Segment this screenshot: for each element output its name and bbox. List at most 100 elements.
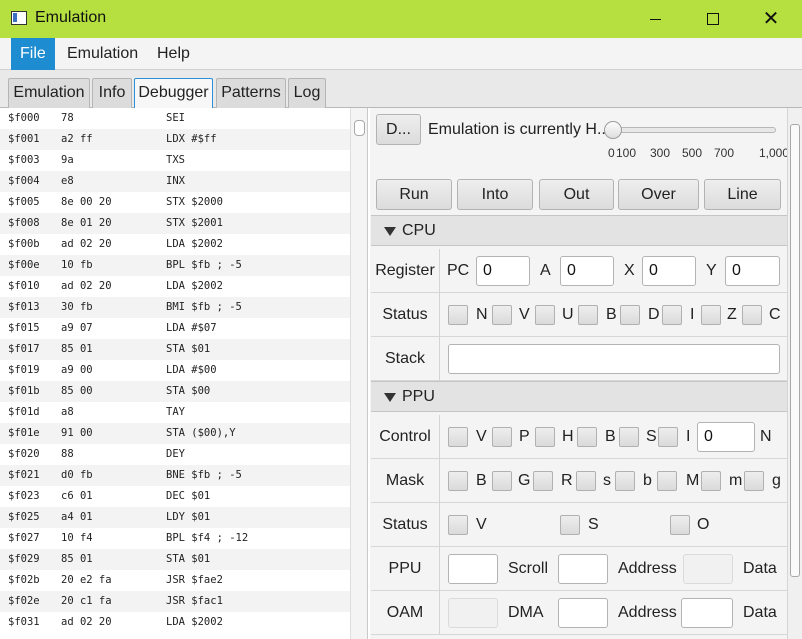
disassembly-row[interactable]: $f015 a9 07 LDA #$07 (0, 318, 350, 339)
ppu-mask-flag-checkbox[interactable] (533, 471, 553, 491)
cpu-status-flag-checkbox[interactable] (742, 305, 762, 325)
speed-slider-track[interactable] (608, 127, 776, 133)
app-window-icon (11, 11, 27, 25)
step-over-button[interactable]: Over (618, 179, 699, 210)
tab-log[interactable]: Log (288, 78, 326, 108)
step-out-button[interactable]: Out (539, 179, 614, 210)
disassembly-row[interactable]: $f01d a8 TAY (0, 402, 350, 423)
disassembly-row[interactable]: $f02b 20 e2 fa JSR $fae2 (0, 570, 350, 591)
ppu-control-flag-checkbox[interactable] (448, 427, 468, 447)
a-field[interactable]: 0 (560, 256, 614, 286)
instruction-bytes: 88 (61, 448, 74, 460)
ppu-mask-flag-checkbox[interactable] (576, 471, 596, 491)
menu-help[interactable]: Help (148, 38, 199, 70)
minimize-button[interactable] (626, 0, 684, 38)
disassembly-row[interactable]: $f023 c6 01 DEC $01 (0, 486, 350, 507)
dma-field[interactable] (558, 598, 608, 628)
cpu-section-header[interactable]: CPU (371, 215, 787, 246)
disassembly-scrollbar[interactable] (350, 108, 367, 639)
disassembly-row[interactable]: $f008 8e 01 20 STX $2001 (0, 213, 350, 234)
disassembly-row[interactable]: $f010 ad 02 20 LDA $2002 (0, 276, 350, 297)
disassembly-row[interactable]: $f00e 10 fb BPL $fb ; -5 (0, 255, 350, 276)
ppu-control-flag-checkbox[interactable] (658, 427, 678, 447)
disassembly-row[interactable]: $f005 8e 00 20 STX $2000 (0, 192, 350, 213)
ppu-mask-flag-label: B (476, 472, 487, 489)
cpu-status-flag-checkbox[interactable] (701, 305, 721, 325)
debugger-scrollbar[interactable] (787, 108, 802, 639)
step-into-button[interactable]: Into (457, 179, 533, 210)
menu-bar: File Emulation Help (0, 38, 802, 70)
run-button[interactable]: Run (376, 179, 452, 210)
ppu-mask-flag-checkbox[interactable] (701, 471, 721, 491)
disassembly-list[interactable]: $f000 78 SEI $f001 a2 ff LDX #$ff $f003 9a TXS $f… (0, 108, 368, 639)
disassembly-row[interactable]: $f003 9a TXS (0, 150, 350, 171)
ppu-value-field[interactable] (448, 554, 498, 584)
instruction-text: STA $00 (166, 385, 211, 397)
x-field[interactable]: 0 (642, 256, 696, 286)
ppu-mask-flag-checkbox[interactable] (492, 471, 512, 491)
instruction-address: $f01d (8, 406, 40, 418)
row-divider (439, 547, 440, 591)
speed-slider-thumb[interactable] (604, 121, 622, 139)
control-value-field[interactable]: 0 (697, 422, 755, 452)
menu-file[interactable]: File (11, 38, 55, 70)
tab-info[interactable]: Info (92, 78, 132, 108)
ppu-mask-flag-checkbox[interactable] (744, 471, 764, 491)
ppu-control-flag-checkbox[interactable] (535, 427, 555, 447)
disassembly-row[interactable]: $f021 d0 fb BNE $fb ; -5 (0, 465, 350, 486)
close-button[interactable]: ✕ (742, 0, 800, 38)
disassembly-scroll-thumb[interactable] (354, 120, 365, 136)
ppu-status-flag-checkbox[interactable] (448, 515, 468, 535)
debug-toggle-button[interactable]: D... (376, 114, 421, 145)
ppu-status-flag-checkbox[interactable] (560, 515, 580, 535)
cpu-status-flag-checkbox[interactable] (535, 305, 555, 325)
cpu-status-flag-checkbox[interactable] (448, 305, 468, 325)
ppu-mask-flag-checkbox[interactable] (657, 471, 677, 491)
disassembly-row[interactable]: $f025 a4 01 LDY $01 (0, 507, 350, 528)
instruction-text: JSR $fae2 (166, 574, 223, 586)
disassembly-row[interactable]: $f000 78 SEI (0, 108, 350, 129)
disassembly-row[interactable]: $f02e 20 c1 fa JSR $fac1 (0, 591, 350, 612)
oam-address-field[interactable] (681, 598, 733, 628)
cpu-status-flag-checkbox[interactable] (620, 305, 640, 325)
ppu-control-flag-checkbox[interactable] (619, 427, 639, 447)
debugger-scroll-thumb[interactable] (790, 124, 800, 577)
tab-patterns[interactable]: Patterns (216, 78, 286, 108)
disassembly-row[interactable]: $f004 e8 INX (0, 171, 350, 192)
ppu-status-flag-checkbox[interactable] (670, 515, 690, 535)
scroll-field[interactable] (558, 554, 608, 584)
cpu-status-flag-checkbox[interactable] (662, 305, 682, 325)
menu-emulation[interactable]: Emulation (58, 38, 147, 70)
disassembly-row[interactable]: $f013 30 fb BMI $fb ; -5 (0, 297, 350, 318)
disassembly-row[interactable]: $f020 88 DEY (0, 444, 350, 465)
ppu-mask-flag-checkbox[interactable] (448, 471, 468, 491)
disassembly-row[interactable]: $f001 a2 ff LDX #$ff (0, 129, 350, 150)
instruction-bytes: ad 02 20 (61, 280, 112, 292)
ppu-address-field (683, 554, 733, 584)
instruction-bytes: 20 e2 fa (61, 574, 112, 586)
cpu-status-flag-checkbox[interactable] (492, 305, 512, 325)
disassembly-row[interactable]: $f01e 91 00 STA ($00),Y (0, 423, 350, 444)
disassembly-row[interactable]: $f00b ad 02 20 LDA $2002 (0, 234, 350, 255)
ppu-control-flag-checkbox[interactable] (577, 427, 597, 447)
disassembly-row[interactable]: $f027 10 f4 BPL $f4 ; -12 (0, 528, 350, 549)
disassembly-row[interactable]: $f019 a9 00 LDA #$00 (0, 360, 350, 381)
maximize-icon (707, 13, 719, 25)
instruction-bytes: a9 00 (61, 364, 93, 376)
disassembly-row[interactable]: $f031 ad 02 20 LDA $2002 (0, 612, 350, 633)
stack-field[interactable] (448, 344, 780, 374)
disassembly-row[interactable]: $f01b 85 00 STA $00 (0, 381, 350, 402)
ppu-section-header[interactable]: PPU (371, 381, 787, 412)
cpu-status-flag-checkbox[interactable] (578, 305, 598, 325)
tab-debugger[interactable]: Debugger (134, 78, 213, 108)
tab-emulation[interactable]: Emulation (8, 78, 90, 108)
pc-field[interactable]: 0 (476, 256, 530, 286)
y-field[interactable]: 0 (725, 256, 780, 286)
ppu-mask-flag-checkbox[interactable] (615, 471, 635, 491)
scroll-label: Scroll (508, 560, 549, 577)
ppu-control-flag-checkbox[interactable] (492, 427, 512, 447)
maximize-button[interactable] (684, 0, 742, 38)
disassembly-row[interactable]: $f029 85 01 STA $01 (0, 549, 350, 570)
step-line-button[interactable]: Line (704, 179, 781, 210)
disassembly-row[interactable]: $f017 85 01 STA $01 (0, 339, 350, 360)
